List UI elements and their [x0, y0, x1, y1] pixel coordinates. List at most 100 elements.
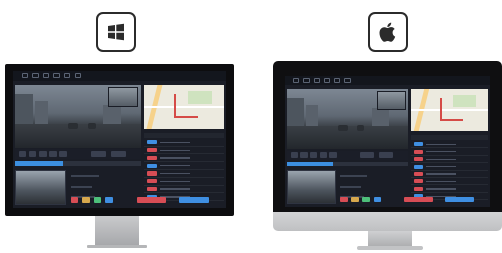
event-type-badge: [414, 149, 424, 154]
imac-chin: [273, 212, 502, 231]
event-type-badge: [414, 157, 424, 162]
delete-button[interactable]: [403, 196, 433, 202]
gps-map[interactable]: [143, 84, 224, 129]
second-camera-video[interactable]: [287, 170, 337, 205]
gps-map[interactable]: [411, 89, 488, 131]
control-button[interactable]: [110, 150, 126, 157]
list-item[interactable]: [411, 149, 488, 156]
rear-camera-pip[interactable]: [108, 86, 139, 107]
toolbar-icon[interactable]: [21, 73, 28, 79]
delete-button[interactable]: [136, 197, 167, 203]
toolbar-icon[interactable]: [64, 73, 71, 79]
filter-tag[interactable]: [93, 197, 102, 203]
event-filter-tags: [340, 196, 402, 202]
file-name-placeholder: [159, 157, 191, 159]
file-name-placeholder: [159, 188, 191, 190]
control-button[interactable]: [329, 152, 337, 158]
list-item[interactable]: [143, 147, 224, 155]
list-header: [143, 132, 224, 138]
rear-camera-pip[interactable]: [376, 90, 406, 111]
event-type-badge: [414, 186, 424, 191]
imac-stand-base: [357, 246, 423, 250]
toolbar-icon[interactable]: [53, 73, 60, 79]
toolbar-icon[interactable]: [42, 73, 50, 79]
toolbar-icon[interactable]: [293, 78, 300, 83]
list-item[interactable]: [143, 139, 224, 147]
event-type-badge: [147, 163, 157, 168]
mac-monitor: [273, 61, 502, 231]
list-item[interactable]: [143, 155, 224, 163]
playback-timeline[interactable]: [15, 161, 141, 166]
event-file-list: [143, 132, 224, 206]
toolbar-icon[interactable]: [313, 78, 320, 83]
file-name-placeholder: [426, 143, 456, 145]
apple-logo-icon: [368, 12, 408, 52]
control-button[interactable]: [49, 150, 57, 157]
control-button[interactable]: [290, 152, 298, 158]
toolbar-icon[interactable]: [323, 78, 331, 83]
event-type-badge: [414, 179, 424, 184]
route-line: [174, 94, 199, 119]
windows-logo-icon: [96, 12, 136, 52]
toolbar-icon[interactable]: [32, 73, 39, 79]
toolbar-icon[interactable]: [334, 78, 341, 83]
file-name-placeholder: [159, 172, 191, 175]
control-button[interactable]: [310, 152, 318, 158]
file-name-placeholder: [159, 180, 191, 182]
event-type-badge: [147, 148, 157, 153]
control-button[interactable]: [38, 150, 47, 157]
front-camera-video[interactable]: [15, 84, 141, 148]
timeline-progress: [287, 162, 333, 167]
control-button[interactable]: [59, 150, 67, 157]
file-name-placeholder: [159, 165, 191, 167]
file-name-placeholder: [159, 149, 191, 151]
event-type-badge: [147, 179, 157, 184]
playback-timeline[interactable]: [287, 162, 408, 167]
toolbar-icon[interactable]: [344, 78, 351, 83]
filter-tag[interactable]: [82, 197, 90, 203]
download-button[interactable]: [179, 197, 209, 203]
control-button[interactable]: [359, 152, 375, 158]
list-item[interactable]: [411, 178, 488, 186]
imac-stand-neck: [368, 231, 412, 246]
list-item[interactable]: [143, 178, 224, 186]
toolbar-icon[interactable]: [303, 78, 310, 83]
list-item[interactable]: [143, 186, 224, 194]
viewer-app: [13, 71, 226, 208]
event-type-badge: [147, 187, 157, 192]
filter-tag[interactable]: [351, 196, 359, 202]
filter-tag[interactable]: [340, 196, 348, 202]
list-header: [411, 134, 488, 140]
list-item[interactable]: [143, 163, 224, 170]
list-item[interactable]: [411, 156, 488, 164]
control-button[interactable]: [378, 152, 394, 158]
list-item[interactable]: [411, 141, 488, 149]
event-type-badge: [414, 164, 424, 169]
control-button[interactable]: [300, 152, 308, 158]
windows-monitor: [5, 64, 234, 216]
route-line: [440, 98, 464, 122]
second-camera-video[interactable]: [15, 169, 67, 206]
mac-screen: [285, 76, 490, 207]
viewer-app: [285, 76, 490, 207]
monitor-stand-base: [87, 245, 147, 248]
list-item[interactable]: [411, 164, 488, 171]
list-item[interactable]: [411, 186, 488, 193]
download-button[interactable]: [444, 196, 474, 202]
control-button[interactable]: [90, 150, 106, 157]
control-button[interactable]: [18, 150, 27, 157]
control-button[interactable]: [319, 152, 327, 158]
product-showcase: [0, 0, 502, 253]
windows-screen: [13, 71, 226, 208]
list-item[interactable]: [411, 171, 488, 179]
control-button[interactable]: [28, 150, 37, 157]
filter-tag[interactable]: [105, 197, 113, 203]
list-item[interactable]: [143, 170, 224, 178]
event-type-badge: [414, 172, 424, 176]
filter-tag[interactable]: [362, 196, 370, 202]
filter-tag[interactable]: [373, 196, 381, 202]
file-name-placeholder: [426, 151, 456, 153]
front-camera-video[interactable]: [287, 89, 408, 150]
toolbar-icon[interactable]: [74, 73, 82, 79]
filter-tag[interactable]: [70, 197, 79, 203]
